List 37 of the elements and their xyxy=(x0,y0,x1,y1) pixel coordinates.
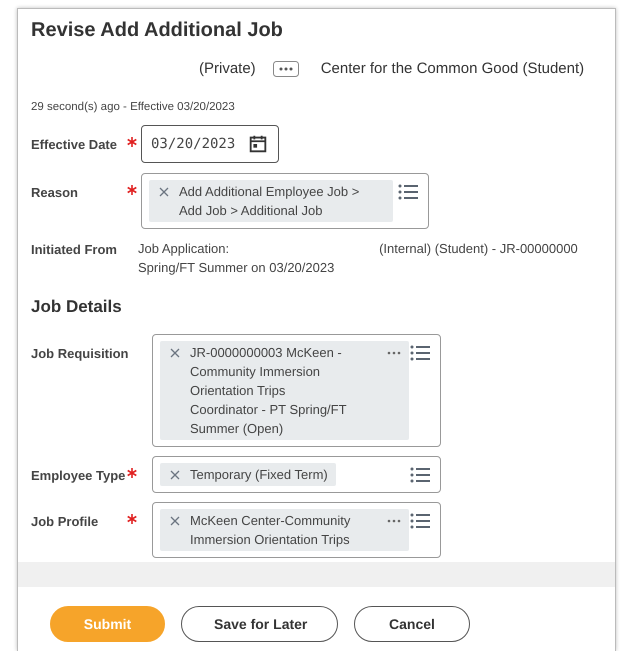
calendar-icon[interactable] xyxy=(247,133,270,155)
list-icon[interactable] xyxy=(410,513,430,529)
prompt-field[interactable]: Temporary (Fixed Term) xyxy=(152,456,441,493)
action-button[interactable]: Save for Later xyxy=(181,606,338,642)
field-label: Job Requisition xyxy=(31,345,127,361)
field-label: Employee Type xyxy=(31,467,126,483)
worker-privacy: (Private) xyxy=(199,60,256,77)
field-value: Job Application: xyxy=(138,240,230,258)
list-icon[interactable] xyxy=(410,345,430,361)
action-button[interactable]: Cancel xyxy=(354,606,470,642)
page-title: Revise Add Additional Job xyxy=(31,19,284,42)
more-icon[interactable] xyxy=(387,351,401,355)
section-title: Job Details xyxy=(31,297,123,317)
timestamp: 29 second(s) ago - Effective 03/20/2023 xyxy=(31,101,236,113)
field-label: Effective Date xyxy=(31,136,118,152)
chip-text: Temporary (Fixed Term) xyxy=(190,466,328,484)
field-value: (Internal) (Student) - JR-00000000 xyxy=(379,240,578,258)
remove-icon[interactable] xyxy=(170,348,180,358)
related-actions-button[interactable] xyxy=(272,60,299,76)
remove-icon[interactable] xyxy=(170,470,180,480)
chip-text: Add Additional Employee Job > Add Job > Additional Job xyxy=(179,183,360,220)
more-icon[interactable] xyxy=(387,519,401,523)
prompt-field[interactable]: McKeen Center-Community Immersion Orientation Trips xyxy=(152,502,441,558)
field-value: Spring/FT Summer on 03/20/2023 xyxy=(138,259,334,277)
list-icon[interactable] xyxy=(398,184,418,200)
list-icon[interactable] xyxy=(410,467,430,483)
date-field[interactable]: 03/20/2023 xyxy=(141,125,280,163)
prompt-field[interactable]: Add Additional Employee Job > Add Job > Additional Job xyxy=(141,173,429,229)
remove-icon[interactable] xyxy=(170,516,180,526)
chip-text: JR-0000000003 McKeen - Community Immersion Orientation Trips Coordinator - PT Spring/FT Summer (Open) xyxy=(190,344,348,438)
field-label: Reason xyxy=(31,184,79,200)
field-label: Job Profile xyxy=(31,513,100,529)
chip-text: McKeen Center-Community Immersion Orientation Trips xyxy=(190,512,352,549)
prompt-field[interactable]: JR-0000000003 McKeen - Community Immersion Orientation Trips Coordinator - PT Spring/FT Summer (Open) xyxy=(152,334,441,447)
field-label: Initiated From xyxy=(31,241,118,257)
organization-name: Center for the Common Good (Student) xyxy=(320,60,584,77)
remove-icon[interactable] xyxy=(159,187,169,197)
